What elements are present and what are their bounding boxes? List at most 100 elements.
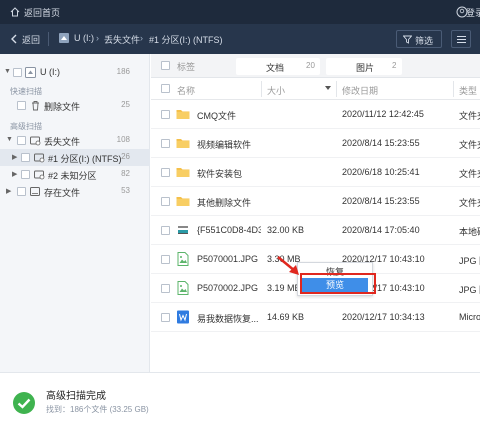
filter-button[interactable]: 筛选 — [396, 30, 442, 48]
tab-images[interactable]: 图片 2 — [326, 58, 402, 75]
file-type: 文件夹 — [459, 169, 480, 179]
tab-documents[interactable]: 文档 20 — [236, 58, 320, 75]
breadcrumb-partition[interactable]: #1 分区(I:) (NTFS) — [149, 33, 223, 46]
checkbox[interactable] — [21, 153, 30, 162]
column-date[interactable]: 修改日期 — [342, 84, 378, 97]
trash-icon — [32, 101, 39, 111]
file-type: Microsoft — [459, 312, 480, 322]
home-link[interactable]: 返回首页 — [24, 6, 60, 19]
checkbox[interactable] — [17, 187, 26, 196]
highlight-box — [300, 273, 376, 294]
tree-item-lost[interactable]: ▼ 丢失文件 108 — [0, 132, 150, 149]
breadcrumb-separator: › — [140, 33, 143, 43]
collapse-icon[interactable]: ▼ — [6, 136, 13, 143]
home-icon[interactable] — [10, 7, 20, 17]
tree-item-label: #2 未知分区 — [48, 171, 97, 181]
file-date: 2020/11/12 12:42:45 — [342, 109, 424, 119]
checkbox[interactable] — [21, 170, 30, 179]
file-type: JPG 图片 — [459, 256, 480, 266]
table-row[interactable]: 易我数据恢复... 14.69 KB 2020/12/17 10:34:13 Micr… — [151, 303, 480, 332]
file-name: 其他删除文件 — [197, 198, 252, 208]
tree-item-label: 删除文件 — [44, 102, 81, 112]
file-name: CMQ文件 — [197, 111, 236, 121]
drive-icon — [59, 33, 69, 43]
folder-icon — [176, 165, 190, 179]
folder-icon — [176, 107, 190, 121]
menu-button[interactable] — [451, 30, 471, 48]
row-checkbox[interactable] — [161, 255, 170, 264]
word-file-icon — [176, 310, 190, 324]
back-button[interactable]: 返回 — [22, 33, 40, 46]
tree-item-label: 存在文件 — [44, 188, 81, 198]
table-row[interactable]: {F551C0D8-4D3... 32.00 KB 2020/8/14 17:05:… — [151, 216, 480, 245]
tree-item-partition-1[interactable]: ▶ #1 分区(I:) (NTFS) 26 — [0, 149, 150, 166]
checkbox[interactable] — [13, 68, 22, 77]
expand-icon[interactable]: ▶ — [6, 187, 11, 195]
breadcrumb-drive[interactable]: U (I:) — [74, 33, 94, 43]
tree-item-count: 186 — [116, 67, 130, 76]
scan-found-summary: 找到：186个文件 (33.25 GB) — [46, 405, 149, 414]
select-all-checkbox[interactable] — [161, 61, 170, 70]
row-checkbox[interactable] — [161, 284, 170, 293]
collapse-icon[interactable]: ▼ — [4, 68, 11, 75]
file-date: 2020/8/14 17:05:40 — [342, 225, 420, 235]
image-file-icon — [176, 252, 190, 266]
file-size: 32.00 KB — [267, 225, 305, 235]
row-checkbox[interactable] — [161, 197, 170, 206]
tree-item-count: 26 — [121, 152, 130, 161]
title-bar: 返回首页 登录 — [0, 0, 480, 24]
tree-item-partition-2[interactable]: ▶ #2 未知分区 82 — [0, 166, 150, 183]
row-checkbox[interactable] — [161, 168, 170, 177]
table-row[interactable]: 软件安装包 2020/6/18 10:25:41 文件夹 — [151, 158, 480, 187]
file-name: 易我数据恢复... — [197, 314, 259, 324]
checkbox[interactable] — [17, 101, 26, 110]
expand-icon[interactable]: ▶ — [12, 153, 17, 161]
scan-complete-title: 高级扫描完成 — [46, 391, 106, 402]
column-name[interactable]: 名称 — [177, 84, 195, 97]
column-size[interactable]: 大小 — [267, 84, 285, 97]
existing-files-icon — [30, 187, 40, 196]
table-row[interactable]: 视频编辑软件 2020/8/14 15:23:55 文件夹 — [151, 129, 480, 158]
tab-count: 2 — [392, 61, 397, 70]
tab-count: 20 — [306, 61, 315, 70]
file-name: P5070001.JPG — [197, 254, 259, 264]
tree-item-existing[interactable]: ▶ 存在文件 53 — [0, 183, 150, 200]
filter-tabs: 标签 文档 20 图片 2 — [151, 54, 480, 78]
status-bar: 高级扫描完成 找到：186个文件 (33.25 GB) — [0, 372, 480, 422]
file-name: 视频编辑软件 — [197, 140, 252, 150]
checkbox[interactable] — [17, 136, 26, 145]
back-arrow-icon[interactable] — [10, 34, 18, 44]
table-row[interactable]: 其他删除文件 2020/8/14 15:23:55 文件夹 — [151, 187, 480, 216]
login-link[interactable]: 登录 — [466, 6, 480, 19]
table-row[interactable]: CMQ文件 2020/11/12 12:42:45 文件夹 — [151, 100, 480, 129]
file-size: 14.69 KB — [267, 312, 305, 322]
tag-label: 标签 — [177, 62, 196, 72]
breadcrumb-lost-files[interactable]: 丢失文件 — [104, 33, 140, 46]
tree-item-label: 丢失文件 — [44, 137, 81, 147]
quick-scan-label: 快速扫描 — [10, 87, 42, 96]
tree-item-count: 53 — [121, 186, 130, 195]
tree-item-count: 82 — [121, 169, 130, 178]
tree-item-deleted[interactable]: 删除文件 25 — [0, 97, 150, 114]
file-type: 文件夹 — [459, 198, 480, 208]
column-type[interactable]: 类型 — [459, 84, 477, 97]
row-checkbox[interactable] — [161, 226, 170, 235]
select-all-checkbox[interactable] — [161, 84, 170, 93]
sort-down-icon[interactable] — [325, 86, 331, 90]
partition-icon — [34, 170, 45, 180]
funnel-icon — [403, 35, 412, 44]
partition-icon — [34, 153, 45, 163]
file-name: P5070002.JPG — [197, 283, 259, 293]
folder-icon — [176, 194, 190, 208]
row-checkbox[interactable] — [161, 139, 170, 148]
breadcrumb-separator: › — [96, 33, 99, 43]
check-circle-icon — [13, 392, 35, 414]
tab-label: 图片 — [356, 63, 375, 73]
row-checkbox[interactable] — [161, 313, 170, 322]
file-date: 2020/8/14 15:23:55 — [342, 196, 420, 206]
tree-item-root[interactable]: ▼ U (I:) 186 — [0, 64, 150, 81]
file-name: {F551C0D8-4D3... — [197, 225, 261, 235]
row-checkbox[interactable] — [161, 110, 170, 119]
nav-bar: 返回 U (I:) › 丢失文件 › #1 分区(I:) (NTFS) 筛选 — [0, 24, 480, 54]
expand-icon[interactable]: ▶ — [12, 170, 17, 178]
